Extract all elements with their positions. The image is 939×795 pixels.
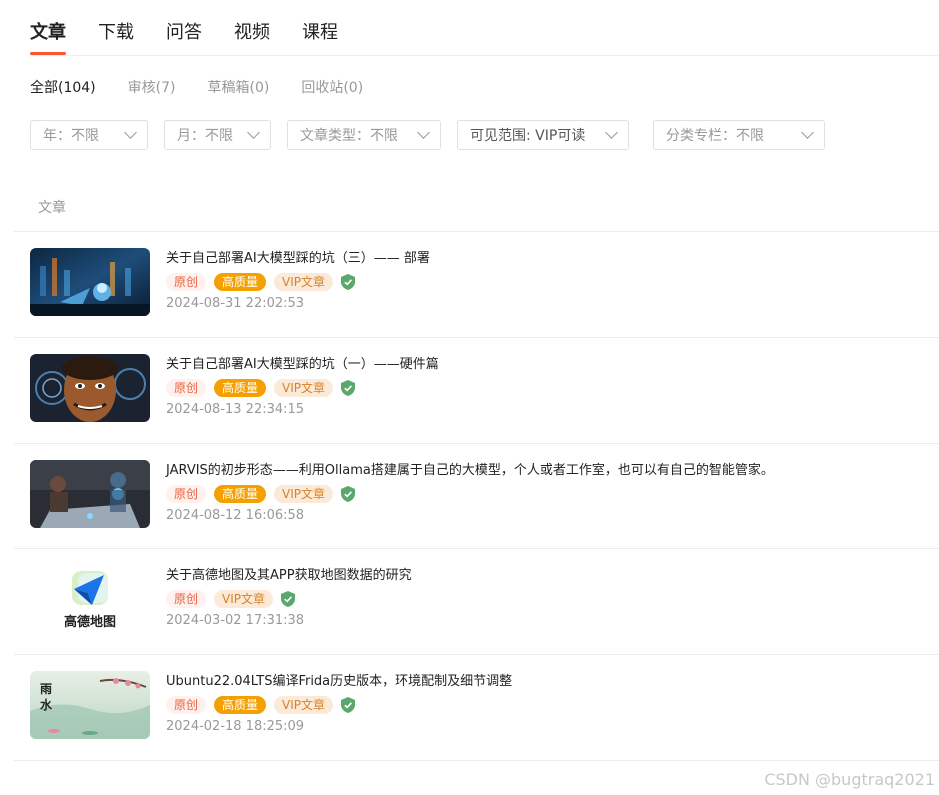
article-date: 2024-08-12 16:06:58 xyxy=(166,508,305,523)
chevron-down-icon xyxy=(605,126,618,139)
visibility-filter-select[interactable]: 可见范围: VIP可读 xyxy=(457,120,629,150)
category-filter-select[interactable]: 分类专栏：不限 xyxy=(653,120,825,150)
article-thumbnail[interactable]: 雨水 xyxy=(30,671,150,739)
subtab-review[interactable]: 审核(7) xyxy=(128,78,176,98)
list-header: 文章 xyxy=(38,200,66,216)
chevron-down-icon xyxy=(247,126,260,139)
article-title-link[interactable]: 关于自己部署AI大模型踩的坑（三）—— 部署 xyxy=(166,250,430,268)
tab-articles[interactable]: 文章 xyxy=(30,18,66,55)
subtab-recycle-bin[interactable]: 回收站(0) xyxy=(301,78,363,98)
year-filter-select[interactable]: 年：不限 xyxy=(30,120,148,150)
article-date: 2024-03-02 17:31:38 xyxy=(166,613,305,628)
vip-article-tag: VIP文章 xyxy=(274,696,334,714)
category-filter-label: 分类专栏：不限 xyxy=(666,128,764,144)
vip-article-tag: VIP文章 xyxy=(274,485,334,503)
original-tag: 原创 xyxy=(166,696,207,714)
csdn-watermark: CSDN @bugtraq2021 xyxy=(764,770,935,789)
article-title-link[interactable]: Ubuntu22.04LTS编译Frida历史版本，环境配制及细节调整 xyxy=(166,673,512,691)
original-tag: 原创 xyxy=(166,273,207,291)
article-row: 关于自己部署AI大模型踩的坑（三）—— 部署 原创 高质量 VIP文章 2024… xyxy=(14,231,939,338)
status-subtabs: 全部(104) 审核(7) 草稿箱(0) 回收站(0) xyxy=(30,78,395,98)
amap-logo-text: 高德地图 xyxy=(63,615,116,630)
subtab-all[interactable]: 全部(104) xyxy=(30,78,96,98)
high-quality-tag: 高质量 xyxy=(214,485,267,503)
article-type-filter-label: 文章类型：不限 xyxy=(300,128,398,144)
vip-article-tag: VIP文章 xyxy=(274,273,334,291)
verified-shield-icon xyxy=(341,274,356,290)
chevron-down-icon xyxy=(417,126,430,139)
article-row: 关于自己部署AI大模型踩的坑（一）——硬件篇 原创 高质量 VIP文章 2024… xyxy=(14,337,939,444)
tab-qa[interactable]: 问答 xyxy=(166,18,202,55)
high-quality-tag: 高质量 xyxy=(214,273,267,291)
article-row: 雨水 Ubuntu22.04LTS编译Frida历史版本，环境配制及细节调整 原… xyxy=(14,654,939,761)
chevron-down-icon xyxy=(801,126,814,139)
article-thumbnail[interactable] xyxy=(30,460,150,528)
vip-article-tag: VIP文章 xyxy=(214,590,274,608)
article-date: 2024-08-13 22:34:15 xyxy=(166,402,305,417)
article-thumbnail[interactable] xyxy=(30,354,150,422)
article-date: 2024-02-18 18:25:09 xyxy=(166,719,305,734)
original-tag: 原创 xyxy=(166,485,207,503)
chevron-down-icon xyxy=(124,126,137,139)
year-filter-label: 年：不限 xyxy=(43,128,99,144)
article-title-link[interactable]: 关于自己部署AI大模型踩的坑（一）——硬件篇 xyxy=(166,356,439,374)
tab-videos[interactable]: 视频 xyxy=(234,18,270,55)
article-thumbnail[interactable] xyxy=(30,248,150,316)
tab-courses[interactable]: 课程 xyxy=(302,18,338,55)
article-title-link[interactable]: JARVIS的初步形态——利用Ollama搭建属于自己的大模型，个人或者工作室，… xyxy=(166,462,774,480)
verified-shield-icon xyxy=(281,591,296,607)
article-type-filter-select[interactable]: 文章类型：不限 xyxy=(287,120,441,150)
high-quality-tag: 高质量 xyxy=(214,696,267,714)
painting-calligraphy-text: 雨水 xyxy=(40,682,53,712)
article-row: 高德地图 关于高德地图及其APP获取地图数据的研究 原创 VIP文章 2024-… xyxy=(14,548,939,655)
article-row: JARVIS的初步形态——利用Ollama搭建属于自己的大模型，个人或者工作室，… xyxy=(14,443,939,550)
article-thumbnail[interactable]: 高德地图 xyxy=(30,565,150,633)
verified-shield-icon xyxy=(341,486,356,502)
content-tabs: 文章 下载 问答 视频 课程 xyxy=(30,18,370,55)
original-tag: 原创 xyxy=(166,590,207,608)
subtab-drafts[interactable]: 草稿箱(0) xyxy=(208,78,270,98)
visibility-filter-label: 可见范围: VIP可读 xyxy=(470,128,586,144)
vip-article-tag: VIP文章 xyxy=(274,379,334,397)
article-date: 2024-08-31 22:02:53 xyxy=(166,296,305,311)
verified-shield-icon xyxy=(341,697,356,713)
verified-shield-icon xyxy=(341,380,356,396)
month-filter-label: 月：不限 xyxy=(177,128,233,144)
month-filter-select[interactable]: 月：不限 xyxy=(164,120,271,150)
list-bottom-divider xyxy=(14,760,939,761)
article-title-link[interactable]: 关于高德地图及其APP获取地图数据的研究 xyxy=(166,567,412,585)
high-quality-tag: 高质量 xyxy=(214,379,267,397)
tabs-divider xyxy=(30,55,939,56)
original-tag: 原创 xyxy=(166,379,207,397)
tab-downloads[interactable]: 下载 xyxy=(98,18,134,55)
